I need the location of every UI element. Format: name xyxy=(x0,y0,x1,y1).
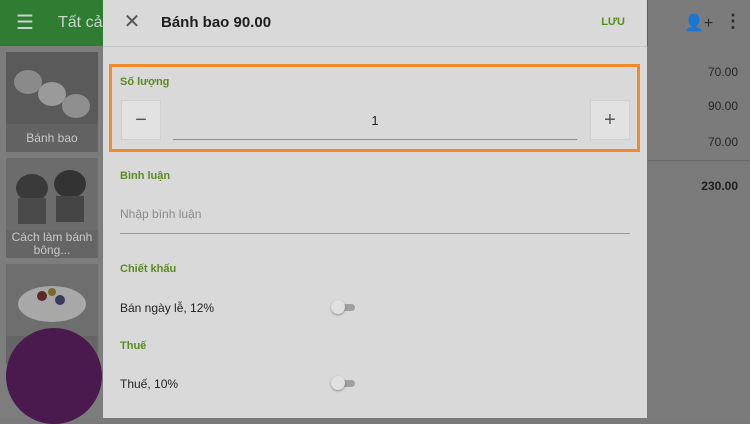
increment-button[interactable]: + xyxy=(590,100,630,140)
product-label: Cách làm bánh bông... xyxy=(6,230,98,258)
order-summary: 70.00 90.00 70.00 230.00 xyxy=(648,46,750,418)
tax-label: Thuế xyxy=(120,340,147,352)
discount-toggle[interactable] xyxy=(331,300,355,314)
right-toolbar: 👤+ ⋮ xyxy=(648,0,750,46)
comment-underline xyxy=(120,233,630,234)
more-options-icon[interactable]: ⋮ xyxy=(724,11,742,32)
dialog-title: Bánh bao 90.00 xyxy=(161,14,272,31)
toggle-thumb xyxy=(331,376,345,390)
toggle-thumb xyxy=(331,300,345,314)
line-price: 90.00 xyxy=(707,99,738,113)
product-tile[interactable]: Cách làm bánh bông... xyxy=(6,158,98,258)
save-button[interactable]: LƯU xyxy=(601,16,625,28)
tax-toggle[interactable] xyxy=(331,376,355,390)
line-price: 70.00 xyxy=(707,65,738,79)
dialog-header: ✕ Bánh bao 90.00 LƯU xyxy=(103,0,647,47)
comment-label: Bình luận xyxy=(120,170,171,182)
edit-item-dialog: ✕ Bánh bao 90.00 LƯU Số lượng − 1 + Bình… xyxy=(103,0,647,418)
decrement-button[interactable]: − xyxy=(121,100,161,140)
quantity-input[interactable]: 1 xyxy=(173,113,577,128)
product-tile[interactable]: Bánh bao xyxy=(6,52,98,152)
add-person-icon[interactable]: 👤+ xyxy=(684,13,713,33)
menu-icon[interactable]: ☰ xyxy=(16,12,38,34)
close-icon[interactable]: ✕ xyxy=(121,11,143,33)
product-label: Bánh bao xyxy=(6,124,98,152)
discount-item-label: Bán ngày lễ, 12% xyxy=(120,301,215,315)
comment-input[interactable]: Nhập bình luận xyxy=(120,207,201,221)
tax-item-label: Thuế, 10% xyxy=(120,377,179,391)
discount-label: Chiết khấu xyxy=(120,263,177,275)
app-title: Tất cả xyxy=(58,14,103,31)
order-total: 230.00 xyxy=(701,179,738,193)
product-grid: Bánh bao Cách làm bánh bông... kem xyxy=(0,46,102,424)
quantity-label: Số lượng xyxy=(120,76,170,88)
line-price: 70.00 xyxy=(707,135,738,149)
quantity-underline xyxy=(173,139,577,140)
avatar[interactable] xyxy=(6,328,102,424)
divider xyxy=(648,160,750,161)
